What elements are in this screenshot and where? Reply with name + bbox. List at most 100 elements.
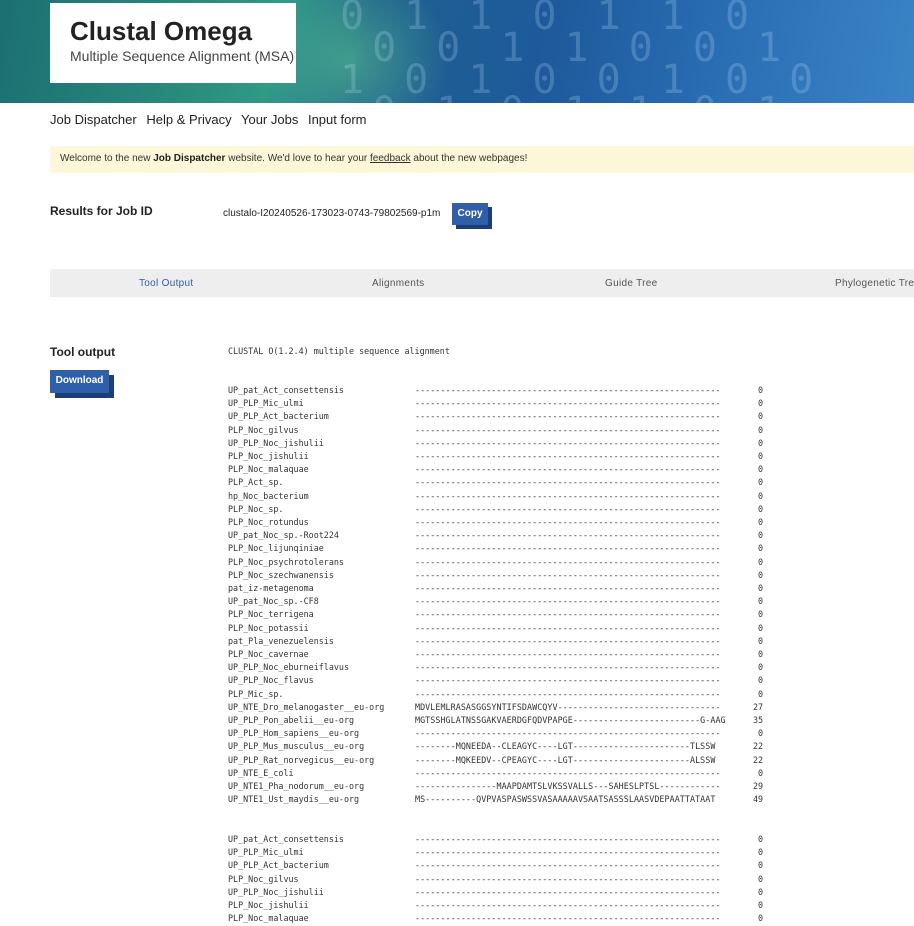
sequence-residues: ----------------------------------------… (415, 556, 721, 567)
sequence-name: UP_PLP_Mic_ulmi (228, 847, 304, 858)
sequence-residues: ----------------------------------------… (415, 437, 721, 448)
sequence-residues: ----------------------------------------… (415, 622, 721, 633)
residue-count: 0 (757, 649, 763, 659)
sequence-residues: ----------------------------------------… (415, 886, 721, 897)
residue-count: 0 (757, 767, 763, 778)
page-subtitle: Multiple Sequence Alignment (MSA) (70, 48, 295, 64)
residue-count: 0 (757, 847, 763, 858)
feedback-link[interactable]: feedback (370, 153, 411, 164)
residue-count: 0 (757, 635, 763, 646)
residue-count: 0 (757, 675, 763, 686)
sequence-name: UP_PLP_Mic_ulmi (228, 398, 304, 409)
nav-input-form[interactable]: Input form (308, 112, 367, 127)
copy-button[interactable]: Copy (452, 203, 488, 225)
sequence-name: PLP_Mic_sp. (228, 688, 284, 699)
residue-count: 0 (757, 596, 763, 607)
residue-count: 0 (757, 873, 763, 884)
notice-middle: website. We'd love to hear your (225, 153, 371, 164)
residue-count: 0 (757, 424, 763, 435)
sequence-name: UP_PLP_Noc_jishulii (228, 886, 324, 897)
tab-guide-tree[interactable]: Guide Tree (605, 278, 657, 289)
sequence-residues: ----------------------------------------… (415, 464, 721, 475)
sequence-residues: ----------------------------------------… (415, 569, 721, 580)
job-id-label: Results for Job ID (50, 204, 153, 218)
sequence-name: UP_PLP_Act_bacterium (228, 860, 329, 871)
tool-output-label: Tool output (50, 345, 116, 359)
sequence-residues: ----------------------------------------… (415, 477, 721, 488)
residue-count: 0 (757, 530, 763, 541)
residue-count: 0 (757, 398, 763, 409)
residue-count: 0 (757, 662, 763, 673)
residue-count: 0 (757, 728, 763, 739)
sequence-residues: ----------------------------------------… (415, 662, 721, 673)
sequence-residues: MGTSSHGLATNSSGAKVAERDGFQDVPAPGE---------… (415, 715, 726, 725)
residue-count: 22 (753, 754, 764, 765)
sequence-name: PLP_Noc_malaquae (228, 913, 309, 924)
sequence-residues: ----------------------------------------… (415, 873, 721, 884)
notice-suffix: about the new webpages! (410, 153, 528, 164)
sequence-residues: ----------------MAAPDAMTSLVKSSVALLS---SA… (415, 781, 721, 791)
sequence-residues: ----------------------------------------… (415, 675, 721, 686)
nav-your-jobs[interactable]: Your Jobs (241, 112, 298, 127)
sequence-name: PLP_Noc_potassii (228, 622, 309, 633)
residue-count: 0 (757, 437, 763, 448)
residue-count: 0 (757, 622, 763, 633)
title-box: Clustal Omega Multiple Sequence Alignmen… (50, 3, 296, 83)
tab-phylogenetic-tree[interactable]: Phylogenetic Tree (835, 278, 914, 289)
sequence-name: UP_PLP_Hom_sapiens__eu-org (228, 728, 360, 739)
sequence-residues: ----------------------------------------… (415, 411, 721, 422)
welcome-notice: Welcome to the new Job Dispatcher websit… (50, 146, 914, 173)
sequence-residues: ----------------------------------------… (415, 398, 721, 409)
job-id-value: clustalo-I20240526-173023-0743-79802569-… (223, 208, 441, 219)
residue-count: 29 (753, 781, 764, 791)
residue-count: 0 (757, 834, 763, 844)
residue-count: 0 (757, 503, 763, 514)
sequence-residues: ----------------------------------------… (415, 451, 721, 461)
sequence-residues: ----------------------------------------… (415, 834, 721, 844)
banner-binary-pattern: 0 1 1 0 1 1 0 0 0 1 1 0 0 1 1 0 1 0 0 1 … (340, 0, 822, 103)
sequence-residues: ----------------------------------------… (415, 385, 721, 395)
sequence-residues: ----------------------------------------… (415, 530, 721, 541)
sequence-name: UP_PLP_Rat_norvegicus__eu-org (228, 754, 375, 765)
residue-count: 0 (757, 451, 763, 461)
top-nav: Job Dispatcher Help & Privacy Your Jobs … (50, 112, 372, 127)
sequence-name: PLP_Noc_terrigena (228, 609, 314, 620)
sequence-name: PLP_Noc_jishulii (228, 451, 309, 461)
sequence-name: PLP_Noc_gilvus (228, 873, 299, 884)
sequence-name: UP_NTE_Dro_melanogaster__eu-org (228, 701, 385, 712)
sequence-residues: ----------------------------------------… (415, 609, 721, 620)
sequence-name: UP_pat_Noc_sp.-Root224 (228, 530, 339, 541)
sequence-name: pat_iz-metagenoma (228, 583, 314, 593)
sequence-name: PLP_Noc_cavernae (228, 649, 309, 659)
page-title: Clustal Omega (70, 16, 253, 46)
sequence-name: UP_NTE_E_coli (228, 767, 294, 778)
sequence-residues: MS----------QVPVASPASWSSVASAAAAAVSAATSAS… (415, 794, 716, 805)
tab-tool-output[interactable]: Tool Output (139, 278, 193, 289)
residue-count: 0 (757, 556, 763, 567)
download-button[interactable]: Download (50, 370, 109, 393)
sequence-residues: ----------------------------------------… (415, 543, 721, 554)
nav-job-dispatcher[interactable]: Job Dispatcher (50, 112, 137, 127)
sequence-name: PLP_Noc_sp. (228, 503, 284, 514)
residue-count: 0 (757, 569, 763, 580)
residue-count: 0 (757, 385, 763, 395)
residue-count: 0 (757, 913, 763, 924)
sequence-name: UP_PLP_Act_bacterium (228, 411, 329, 422)
result-tabs: Tool Output Alignments Guide Tree Phylog… (50, 269, 914, 297)
tab-alignments[interactable]: Alignments (372, 278, 424, 289)
residue-count: 0 (757, 583, 763, 593)
sequence-residues: ----------------------------------------… (415, 596, 721, 607)
notice-prefix: Welcome to the new (60, 153, 154, 164)
sequence-residues: ----------------------------------------… (415, 900, 721, 910)
sequence-residues: ----------------------------------------… (415, 688, 721, 699)
sequence-name: PLP_Noc_lijunqiniae (228, 543, 324, 554)
sequence-residues: ----------------------------------------… (415, 517, 721, 527)
nav-help-privacy[interactable]: Help & Privacy (146, 112, 231, 127)
sequence-residues: ----------------------------------------… (415, 424, 721, 435)
sequence-residues: ----------------------------------------… (415, 649, 721, 659)
sequence-name: hp_Noc_bacterium (228, 490, 309, 501)
sequence-name: PLP_Noc_szechwanensis (228, 569, 334, 580)
notice-bold: Job Dispatcher (153, 153, 226, 164)
residue-count: 0 (757, 464, 763, 475)
sequence-name: UP_PLP_Mus_musculus__eu-org (228, 741, 365, 752)
